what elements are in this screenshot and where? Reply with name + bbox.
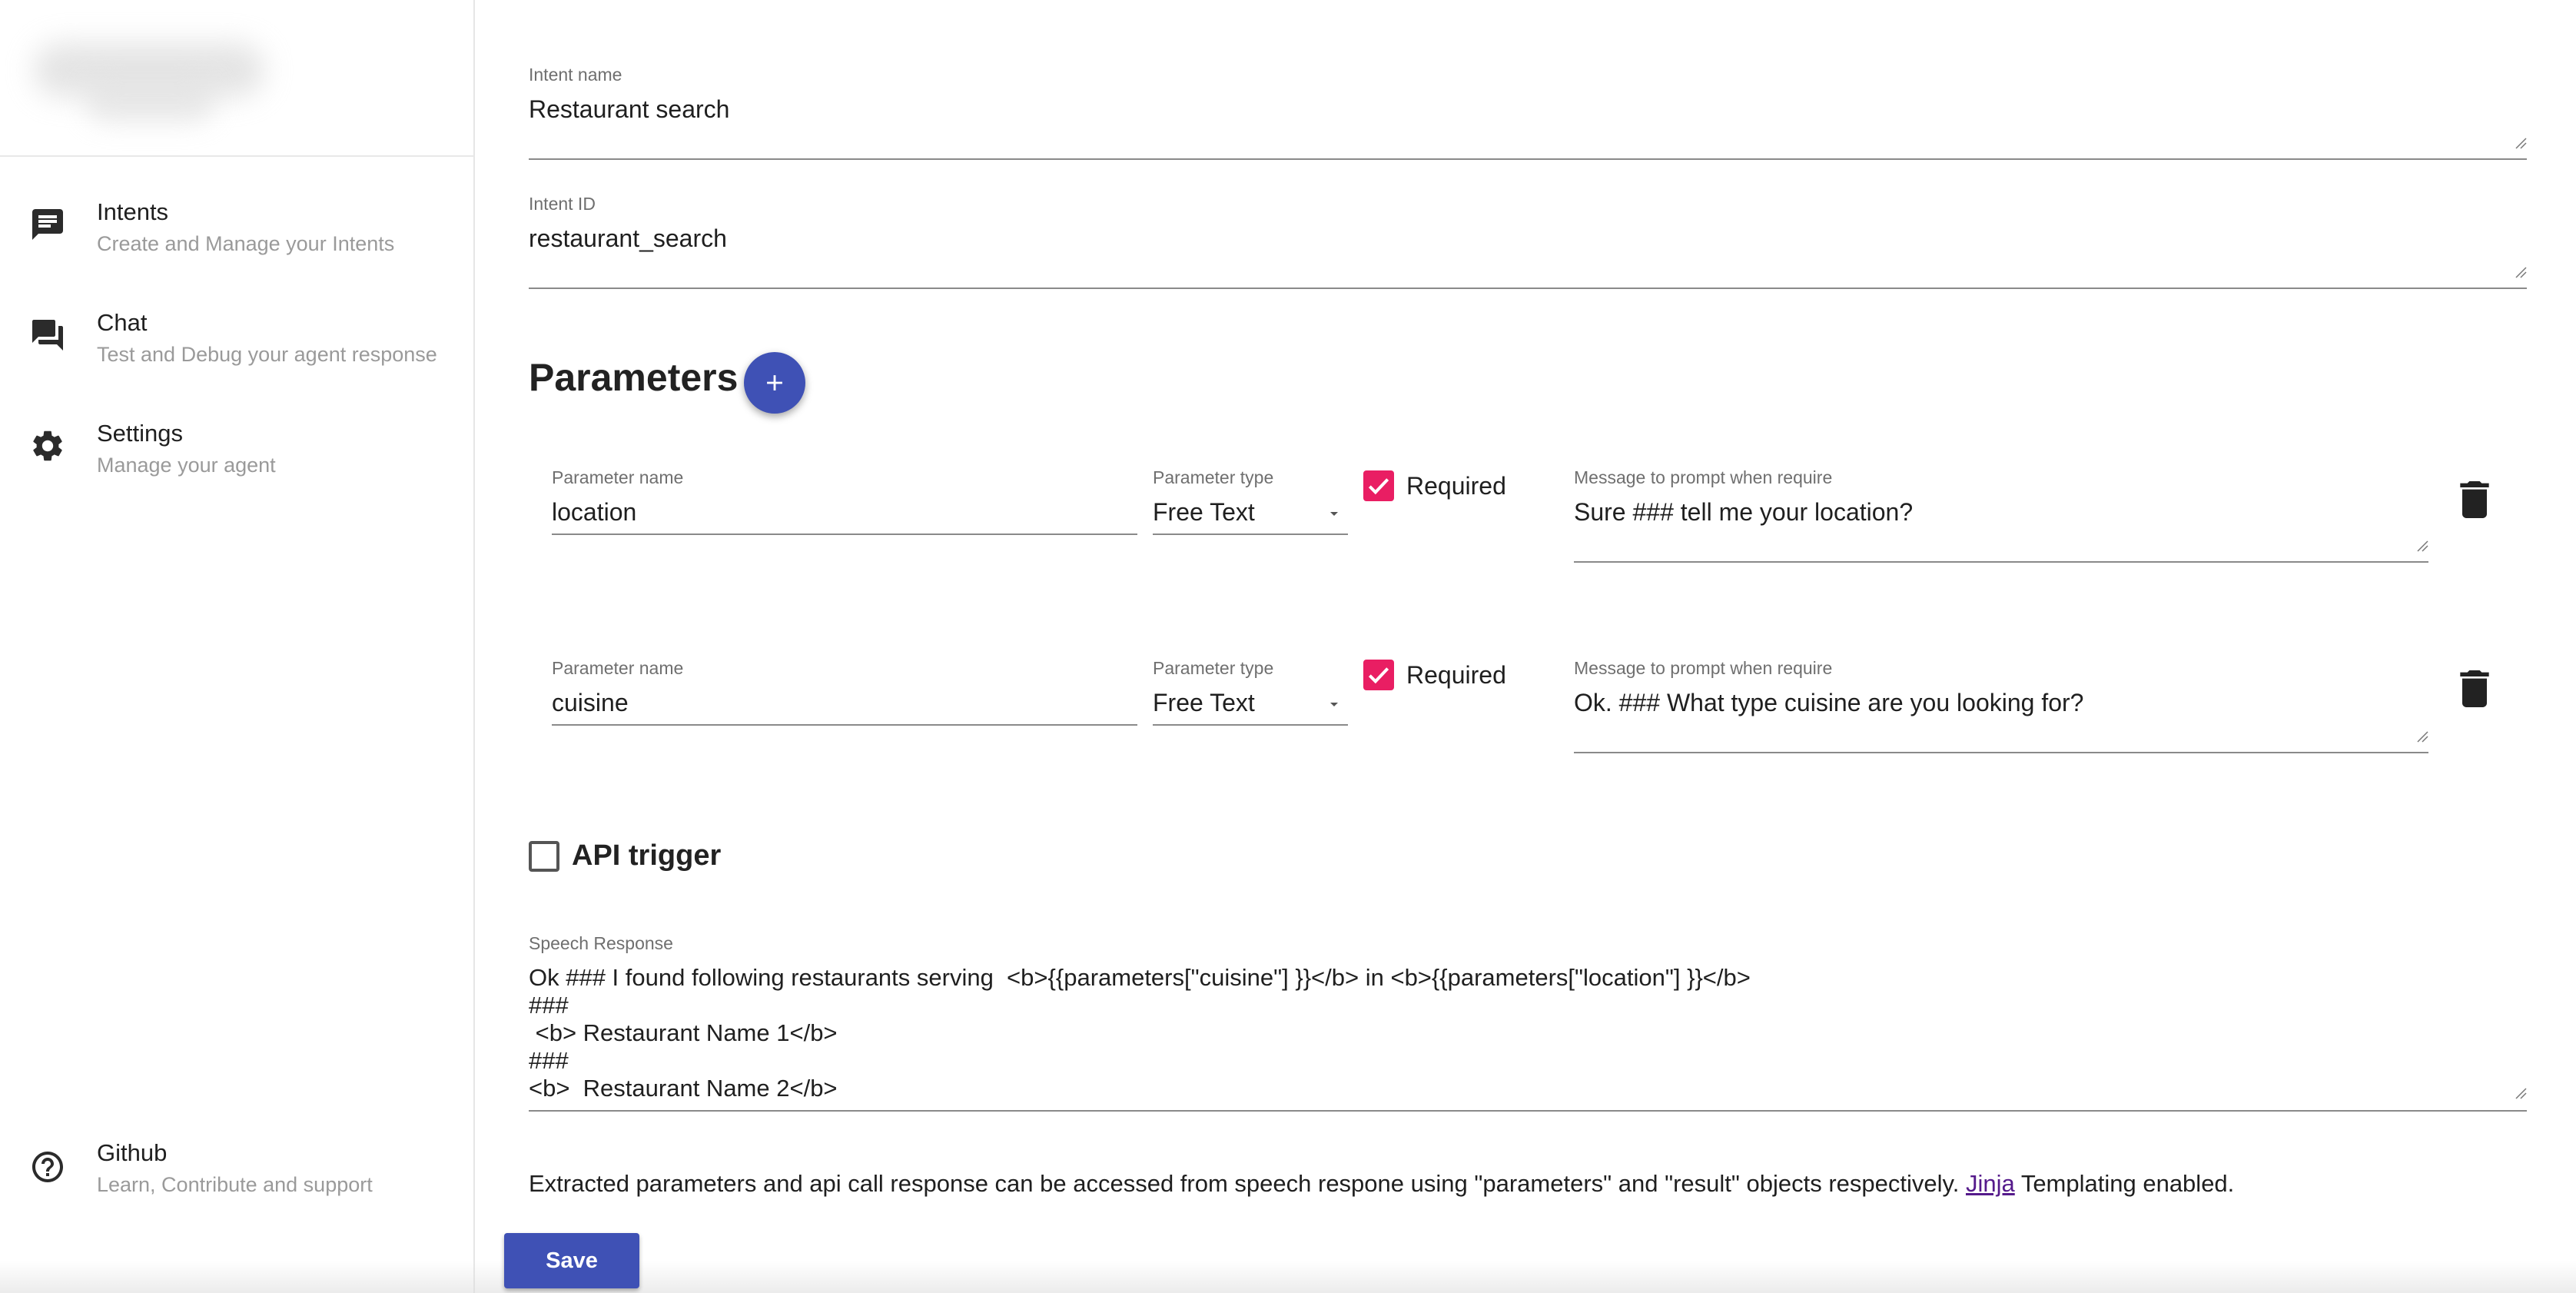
delete-icon[interactable]	[2459, 481, 2490, 518]
speech-response-label: Speech Response	[529, 933, 673, 953]
required-label: Required	[1406, 661, 1506, 689]
intent-name-underline	[529, 158, 2527, 160]
intents-icon	[32, 209, 63, 240]
parameter-type-underline	[1153, 724, 1348, 726]
parameters-title: Parameters	[529, 356, 739, 399]
prompt-message-input[interactable]: Ok. ### What type cuisine are you lookin…	[1574, 689, 2083, 717]
parameter-name-input[interactable]: location	[552, 498, 636, 527]
help-icon	[32, 1152, 63, 1182]
parameter-name-label: Parameter name	[552, 467, 684, 487]
prompt-message-label: Message to prompt when require	[1574, 467, 1833, 487]
jinja-link[interactable]: Jinja	[1966, 1170, 2015, 1197]
sidebar-item-github[interactable]: Github Learn, Contribute and support	[0, 1124, 473, 1208]
api-trigger-label: API trigger	[572, 839, 722, 872]
settings-icon	[33, 430, 62, 461]
sidebar-item-subtitle: Test and Debug your agent response	[97, 343, 437, 366]
parameter-type-underline	[1153, 533, 1348, 535]
sidebar-item-chat[interactable]: Chat Test and Debug your agent response	[0, 294, 473, 378]
check-icon	[1368, 478, 1389, 495]
sidebar: Intents Create and Manage your Intents C…	[0, 0, 475, 1293]
parameter-name-underline	[552, 533, 1137, 535]
chevron-down-icon[interactable]	[1325, 695, 1343, 713]
app-logo[interactable]	[23, 15, 264, 131]
sidebar-divider	[0, 155, 473, 157]
speech-response-underline	[529, 1110, 2527, 1112]
parameter-name-label: Parameter name	[552, 658, 684, 678]
delete-icon[interactable]	[2459, 670, 2490, 707]
intent-id-label: Intent ID	[529, 194, 596, 214]
speech-hint: Extracted parameters and api call respon…	[529, 1170, 2234, 1198]
resize-handle-icon[interactable]	[2416, 730, 2428, 743]
prompt-message-underline	[1574, 561, 2428, 563]
api-trigger-checkbox[interactable]	[529, 841, 559, 872]
parameter-name-input[interactable]: cuisine	[552, 689, 629, 717]
parameter-type-label: Parameter type	[1153, 467, 1274, 487]
parameter-type-label: Parameter type	[1153, 658, 1274, 678]
hint-text: Extracted parameters and api call respon…	[529, 1170, 1960, 1197]
sidebar-item-subtitle: Learn, Contribute and support	[97, 1173, 373, 1196]
save-button[interactable]: Save	[504, 1233, 639, 1288]
chat-icon	[32, 320, 63, 351]
intent-id-underline	[529, 288, 2527, 289]
prompt-message-label: Message to prompt when require	[1574, 658, 1833, 678]
intent-id-input[interactable]: restaurant_search	[529, 224, 727, 253]
speech-response-input[interactable]: Ok ### I found following restaurants ser…	[529, 964, 1751, 1102]
sidebar-item-title: Chat	[97, 309, 148, 336]
intent-name-input[interactable]: Restaurant search	[529, 95, 729, 124]
sidebar-item-title: Intents	[97, 198, 169, 225]
resize-handle-icon[interactable]	[2515, 137, 2527, 149]
sidebar-item-title: Settings	[97, 420, 184, 447]
prompt-message-input[interactable]: Sure ### tell me your location?	[1574, 498, 1913, 527]
parameter-type-select[interactable]: Free Text	[1153, 498, 1255, 527]
chevron-down-icon[interactable]	[1325, 504, 1343, 523]
parameter-name-underline	[552, 724, 1137, 726]
resize-handle-icon[interactable]	[2515, 1087, 2527, 1099]
required-label: Required	[1406, 472, 1506, 500]
resize-handle-icon[interactable]	[2416, 540, 2428, 552]
prompt-message-underline	[1574, 752, 2428, 753]
sidebar-item-settings[interactable]: Settings Manage your agent	[0, 404, 473, 489]
required-checkbox[interactable]	[1363, 660, 1394, 690]
sidebar-item-subtitle: Manage your agent	[97, 454, 276, 477]
sidebar-item-subtitle: Create and Manage your Intents	[97, 232, 395, 255]
required-checkbox[interactable]	[1363, 470, 1394, 501]
add-parameter-button[interactable]	[744, 352, 805, 414]
sidebar-item-title: Github	[97, 1139, 168, 1166]
check-icon	[1368, 667, 1389, 684]
plus-icon	[767, 375, 782, 391]
intent-name-label: Intent name	[529, 65, 622, 85]
sidebar-item-intents[interactable]: Intents Create and Manage your Intents	[0, 183, 473, 268]
hint-suffix: Templating enabled.	[2020, 1170, 2235, 1197]
resize-handle-icon[interactable]	[2515, 266, 2527, 278]
parameter-type-select[interactable]: Free Text	[1153, 689, 1255, 717]
